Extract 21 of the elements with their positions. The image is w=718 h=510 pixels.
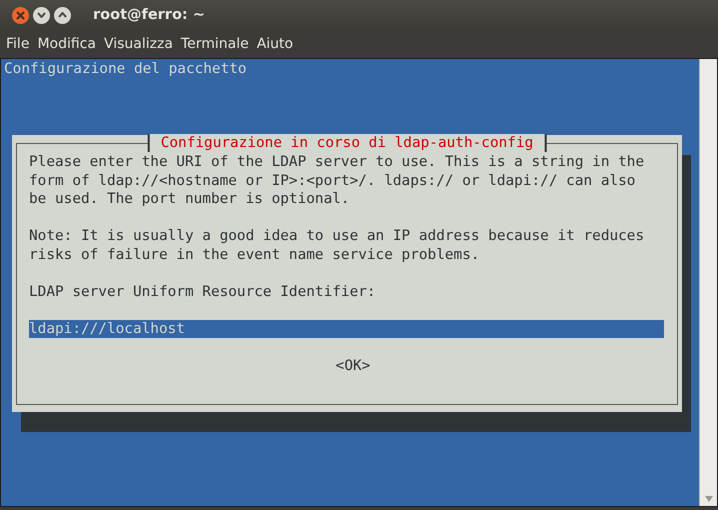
screen-header: Configurazione del pacchetto [3, 60, 248, 79]
chevron-down-icon [37, 12, 46, 18]
menu-item[interactable]: Modifica [33, 30, 100, 58]
scrollbar[interactable] [699, 59, 717, 506]
menu-item[interactable]: Terminale [176, 30, 253, 58]
dialog-text: Note: It is usually a good idea to use an IP address because it reduces risks of failure in the event name service problems. [29, 227, 644, 264]
close-button[interactable] [12, 6, 29, 24]
menu-item[interactable]: Visualizza [100, 30, 177, 58]
chevron-up-icon [58, 12, 67, 18]
dialog-title: Configurazione in corso di ldap-auth-config [148, 134, 546, 152]
menu-item[interactable]: File [2, 30, 34, 58]
minimize-button[interactable] [33, 6, 50, 24]
dialog-text: Please enter the URI of the LDAP server to use. This is a string in the form of ldap://<hostname or IP>:<port>/. ldaps:// or ldapi:// can also be used. The port number is optional. [29, 153, 644, 208]
maximize-button[interactable] [54, 6, 71, 24]
uri-input-field[interactable]: ldapi:///localhost [29, 320, 664, 338]
window-title: root@ferro: ~ [93, 7, 205, 23]
scroll-down-icon[interactable] [704, 496, 712, 502]
close-icon [16, 10, 25, 20]
dialog-text: LDAP server Uniform Resource Identifier: [29, 282, 376, 301]
menu-item[interactable]: Aiuto [252, 30, 298, 58]
ok-button[interactable]: <OK> [336, 356, 370, 374]
